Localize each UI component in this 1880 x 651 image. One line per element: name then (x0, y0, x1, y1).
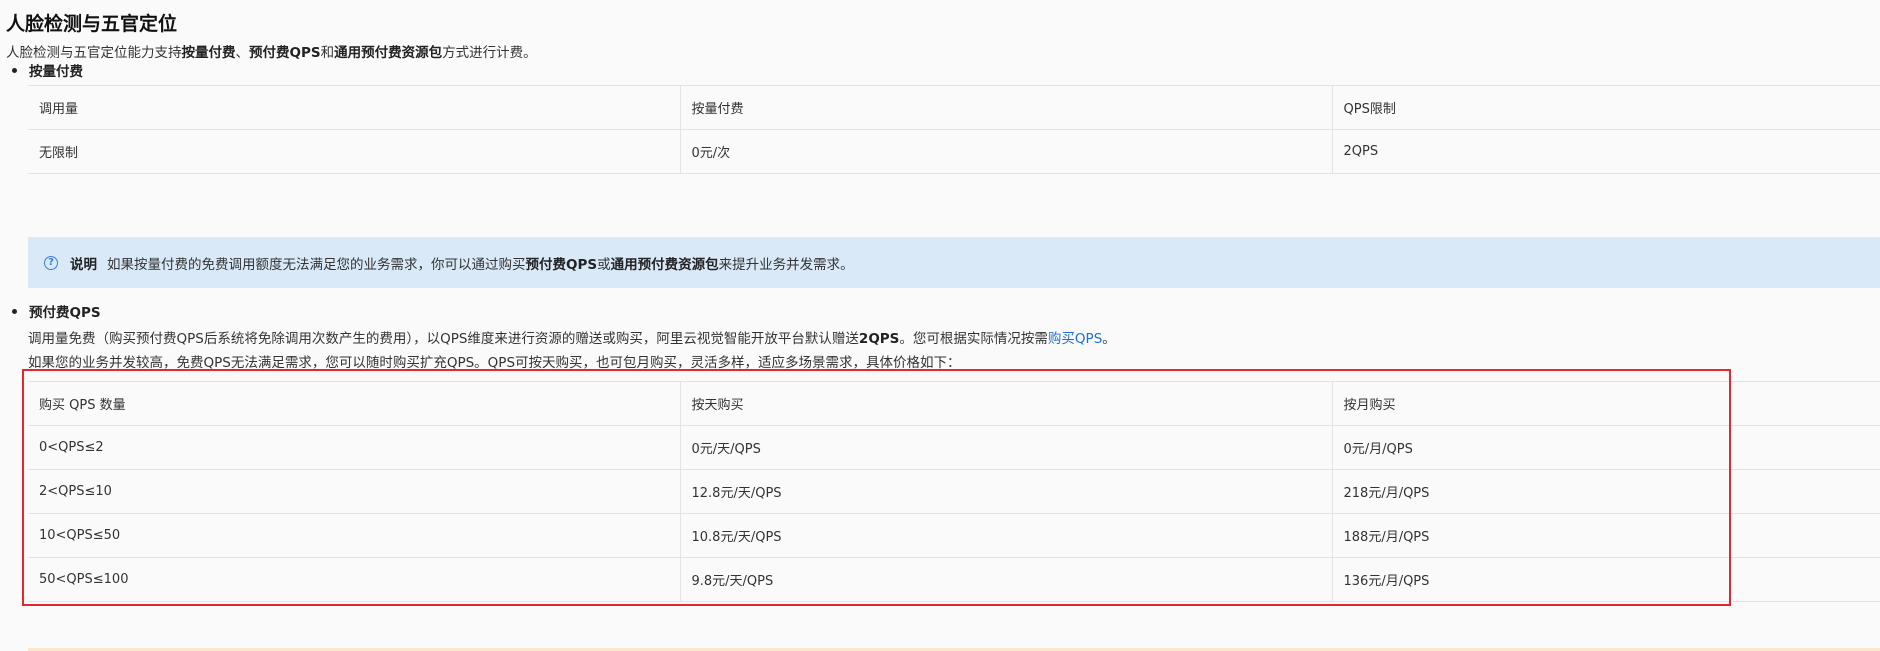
table-header-cell: 按量付费 (679, 85, 1332, 130)
table-header-row: 调用量 按量付费 QPS限制 (28, 85, 1880, 130)
section-pay-as-you-go-label: 按量付费 (29, 64, 83, 80)
intro-mid: 和 (320, 45, 335, 61)
note-suffix: 来提升业务并发需求。 (718, 256, 854, 273)
note-bold-prepaid-qps: 预付费QPS (525, 256, 598, 273)
intro-suffix: 方式进行计费。 (442, 45, 537, 61)
para1-suffix: 。 (1102, 331, 1116, 347)
intro-text: 人脸检测与五官定位能力支持按量付费、预付费QPS和通用预付费资源包方式进行计费。 (6, 41, 537, 61)
bullet-dot (12, 308, 17, 314)
table-cell: 无限制 (28, 129, 680, 174)
page-title: 人脸检测与五官定位 (6, 13, 178, 35)
section-pay-as-you-go-title: 按量付费 (12, 60, 83, 80)
note-bold-resource-pack: 通用预付费资源包 (610, 256, 719, 273)
table-cell: 2QPS (1331, 129, 1880, 174)
bullet-dot (12, 67, 17, 73)
buy-qps-link[interactable]: 购买QPS (1048, 331, 1102, 347)
table-header-cell: QPS限制 (1331, 85, 1880, 130)
intro-bold-pay-as-you-go: 按量付费 (181, 45, 236, 61)
para1-bold-2qps: 2QPS (858, 331, 900, 347)
prepaid-paragraph-1: 调用量免费（购买预付费QPS后系统将免除调用次数产生的费用），以QPS维度来进行… (28, 327, 1116, 347)
table-header-cell: 调用量 (28, 85, 680, 130)
intro-prefix: 人脸检测与五官定位能力支持 (6, 45, 182, 61)
para1-prefix: 调用量免费（购买预付费QPS后系统将免除调用次数产生的费用），以QPS维度来进行… (28, 331, 859, 347)
section-prepaid-qps-label: 预付费QPS (29, 305, 101, 321)
pay-as-you-go-table: 调用量 按量付费 QPS限制 无限制 0元/次 2QPS (28, 85, 1880, 174)
intro-bold-prepaid-qps: 预付费QPS (249, 45, 321, 61)
note-label: 说明 (70, 256, 97, 273)
prepaid-paragraph-2: 如果您的业务并发较高，免费QPS无法满足需求，您可以随时购买扩充QPS。QPS可… (28, 355, 961, 371)
intro-bold-resource-pack: 通用预付费资源包 (334, 45, 443, 61)
question-circle-icon: ? (44, 255, 58, 270)
highlight-annotation-box (22, 369, 1731, 606)
table-cell: 0元/次 (679, 129, 1332, 174)
note-callout: ? 说明 如果按量付费的免费调用额度无法满足您的业务需求，你可以通过购买预付费Q… (28, 237, 1880, 288)
intro-sep: 、 (235, 45, 250, 61)
section-prepaid-qps-title: 预付费QPS (12, 301, 101, 321)
note-prefix: 如果按量付费的免费调用额度无法满足您的业务需求，你可以通过购买 (107, 256, 526, 273)
note-mid: 或 (597, 256, 611, 273)
table-row: 无限制 0元/次 2QPS (28, 129, 1880, 174)
para1-mid: 。您可根据实际情况按需 (899, 331, 1048, 347)
note-text: 如果按量付费的免费调用额度无法满足您的业务需求，你可以通过购买预付费QPS或通用… (107, 253, 854, 273)
